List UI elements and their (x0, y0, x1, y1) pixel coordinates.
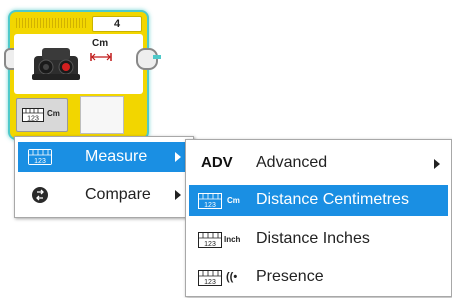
block-grip[interactable] (16, 18, 88, 28)
unit-label: Cm (92, 38, 109, 49)
menu-item-label: Presence (256, 268, 324, 285)
menu-item-measure[interactable]: 123 Measure (18, 142, 190, 172)
menu-item-advanced[interactable]: ADV Advanced (189, 147, 448, 179)
block-header: 4 (16, 16, 142, 32)
menu-item-presence[interactable]: 123 ((• Presence (189, 262, 448, 293)
ultrasonic-sensor-icon (32, 48, 80, 80)
submenu-arrow-icon (434, 159, 440, 169)
menu-item-label: Advanced (256, 154, 328, 171)
unit-cm-tag: Cm (227, 196, 240, 205)
measure-grid-digits: 123 (204, 279, 216, 286)
compare-icon (32, 187, 48, 203)
port-number[interactable]: 4 (92, 16, 142, 32)
measure-grid-digits: 123 (204, 241, 216, 248)
distance-arrow-icon (90, 53, 112, 61)
menu-item-label: Distance Inches (256, 230, 370, 247)
measure-grid-icon: 123 (28, 149, 52, 165)
menu-item-compare[interactable]: Compare (18, 180, 190, 210)
menu-item-label: Compare (85, 186, 151, 203)
measure-submenu: ADV Advanced 123 Cm Distance Centimetres (185, 139, 452, 297)
measure-grid-digits: 123 (27, 116, 39, 123)
measure-grid-icon: 123 (22, 108, 44, 122)
advanced-prefix: ADV (201, 154, 233, 171)
ultrasonic-sensor-block[interactable]: 4 Cm 123 Cm (4, 10, 161, 140)
mode-selector-button[interactable]: 123 Cm (16, 98, 68, 132)
submenu-arrow-icon (175, 152, 181, 162)
compare-symbol-icon (36, 189, 44, 201)
mode-menu: 123 Measure Compare (14, 136, 194, 218)
measure-grid-icon: 123 (198, 232, 222, 248)
sequence-wire (153, 55, 161, 59)
submenu-arrow-icon (175, 190, 181, 200)
block-body: Cm (14, 34, 143, 94)
mode-unit-short: Cm (47, 109, 60, 118)
menu-item-distance-inches[interactable]: 123 Inch Distance Inches (189, 224, 448, 255)
sequence-out-plug[interactable] (136, 48, 158, 70)
unit-inch-tag: Inch (224, 235, 241, 244)
presence-wave-icon: ((• (226, 271, 238, 283)
measure-grid-icon: 123 (198, 193, 222, 209)
menu-item-distance-cm[interactable]: 123 Cm Distance Centimetres (189, 185, 448, 216)
measure-grid-digits: 123 (34, 158, 46, 165)
output-value-box[interactable] (80, 96, 124, 134)
measure-grid-icon: 123 (198, 270, 222, 286)
ev3-editor-canvas: 4 Cm 123 Cm 123 Measure Compare ADV Adva… (0, 0, 452, 298)
menu-item-label: Distance Centimetres (256, 191, 409, 208)
menu-item-label: Measure (85, 148, 148, 165)
measure-grid-digits: 123 (204, 202, 216, 209)
